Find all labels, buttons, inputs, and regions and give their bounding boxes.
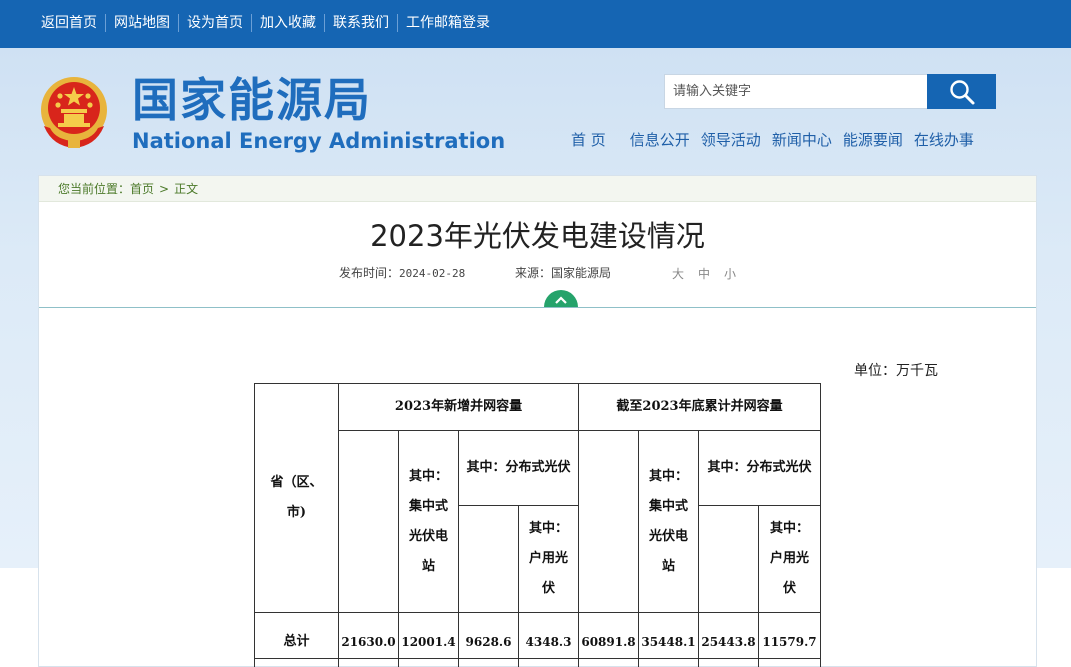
- font-size-small[interactable]: 小: [724, 265, 736, 282]
- pv-capacity-table: 省（区、市) 2023年新增并网容量 截至2023年底累计并网容量 其中：集中式…: [254, 383, 821, 667]
- meta-divider: [39, 307, 1036, 308]
- cell-value: 25443.8: [698, 612, 759, 659]
- header-cum-central: 其中：集中式光伏电站: [638, 430, 699, 613]
- table-cell: [338, 658, 399, 667]
- breadcrumb-separator: >: [159, 182, 170, 196]
- publish-date-value: 2024-02-28: [399, 267, 466, 280]
- table-cell: [518, 658, 579, 667]
- breadcrumb-home[interactable]: 首页: [130, 182, 154, 196]
- table-cell: [698, 658, 759, 667]
- header-cum-total: [578, 430, 639, 613]
- table-cell: [398, 658, 459, 667]
- header-new-total: [338, 430, 399, 613]
- chevron-up-icon: [555, 296, 567, 304]
- breadcrumb: 您当前位置：首页 > 正文: [39, 176, 1036, 202]
- cell-value: 11579.7: [758, 612, 821, 659]
- site-logo-en[interactable]: National Energy Administration: [132, 128, 505, 154]
- table-cell: [638, 658, 699, 667]
- header-new-capacity: 2023年新增并网容量: [338, 383, 579, 431]
- font-size-selector: 大 中 小: [672, 265, 736, 282]
- table-row: [254, 658, 821, 667]
- cell-value: 35448.1: [638, 612, 699, 659]
- table-cell: [758, 658, 821, 667]
- source-value: 国家能源局: [551, 266, 612, 280]
- search-input[interactable]: [664, 74, 928, 109]
- header-new-distributed: 其中：分布式光伏: [458, 430, 579, 506]
- cell-value: 12001.4: [398, 612, 459, 659]
- breadcrumb-label: 您当前位置：: [58, 182, 131, 196]
- nav-online-services[interactable]: 在线办事: [914, 130, 974, 150]
- search-button[interactable]: [927, 74, 996, 109]
- header-cum-household: 其中：户用光伏: [758, 505, 821, 613]
- site-logo-cn[interactable]: 国家能源局: [132, 72, 372, 128]
- header-region: 省（区、市): [254, 383, 339, 613]
- source-label: 来源：: [515, 266, 552, 280]
- cell-value: 60891.8: [578, 612, 639, 659]
- header-cumulative-capacity: 截至2023年底累计并网容量: [578, 383, 821, 431]
- national-emblem-icon: [41, 77, 107, 148]
- header-new-distributed-spacer: [458, 505, 519, 613]
- header-cum-distributed-spacer: [698, 505, 759, 613]
- search-icon: [949, 79, 974, 104]
- table-row: 总计 21630.0 12001.4 9628.6 4348.3 60891.8…: [254, 612, 821, 659]
- content-panel: 您当前位置：首页 > 正文 2023年光伏发电建设情况 发布时间：2024-02-2…: [38, 175, 1037, 667]
- table-cell: [458, 658, 519, 667]
- unit-label: 单位：万千瓦: [854, 363, 938, 379]
- header-cum-distributed: 其中：分布式光伏: [698, 430, 821, 506]
- header-new-household: 其中：户用光伏: [518, 505, 579, 613]
- font-size-large[interactable]: 大: [672, 265, 684, 282]
- cell-value: 9628.6: [458, 612, 519, 659]
- nav-home[interactable]: 首 页: [566, 130, 606, 150]
- breadcrumb-current: 正文: [174, 182, 199, 196]
- font-size-medium[interactable]: 中: [698, 265, 710, 282]
- publish-date-label: 发布时间：: [339, 266, 400, 280]
- nav-info-disclosure[interactable]: 信息公开: [630, 130, 690, 150]
- nav-energy-news[interactable]: 能源要闻: [843, 130, 903, 150]
- publish-date: 发布时间：2024-02-28: [339, 265, 465, 282]
- nav-news-center[interactable]: 新闻中心: [772, 130, 832, 150]
- article-title: 2023年光伏发电建设情况: [370, 219, 705, 253]
- top-bar: 返回首页 网站地图 设为首页 加入收藏 联系我们 工作邮箱登录: [0, 0, 1071, 48]
- top-link-favorites[interactable]: 加入收藏: [251, 14, 324, 32]
- top-link-set-homepage[interactable]: 设为首页: [178, 14, 251, 32]
- row-label-total: 总计: [254, 612, 339, 659]
- top-link-sitemap[interactable]: 网站地图: [105, 14, 178, 32]
- top-links: 返回首页 网站地图 设为首页 加入收藏 联系我们 工作邮箱登录: [33, 14, 498, 32]
- article-source: 来源：国家能源局: [515, 265, 611, 281]
- table-cell: [578, 658, 639, 667]
- header-new-central: 其中：集中式光伏电站: [398, 430, 459, 613]
- cell-value: 21630.0: [338, 612, 399, 659]
- top-link-home[interactable]: 返回首页: [33, 14, 105, 32]
- nav-leadership[interactable]: 领导活动: [701, 130, 761, 150]
- top-link-contact[interactable]: 联系我们: [324, 14, 397, 32]
- table-cell: [254, 658, 339, 667]
- top-link-mail-login[interactable]: 工作邮箱登录: [397, 14, 498, 32]
- cell-value: 4348.3: [518, 612, 579, 659]
- main-nav: 首 页 信息公开 领导活动 新闻中心 能源要闻 在线办事: [566, 130, 985, 150]
